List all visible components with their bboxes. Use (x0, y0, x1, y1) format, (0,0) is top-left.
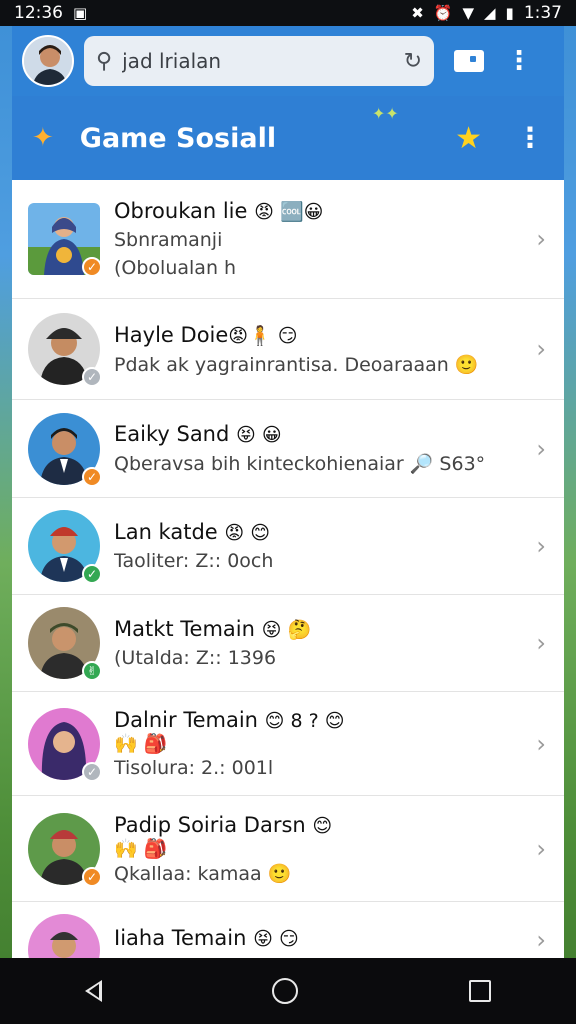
home-icon[interactable] (272, 978, 299, 1004)
status-badge: ✓ (82, 367, 102, 387)
status-badge: ✓ (82, 466, 102, 487)
contact-status-line: Qberavsa bih kinteckohienaiar 🔎 S63° (114, 453, 486, 475)
status-time: 12:36 (14, 3, 63, 23)
chevron-right-icon: › (536, 225, 546, 253)
mute-icon: ✖ (411, 4, 424, 22)
contact-row[interactable]: ✓ Lan katde 😡 😊 Taoliter: Z:: 0och › (12, 498, 564, 595)
chevron-right-icon: › (536, 335, 546, 363)
status-badge: ✓ (82, 257, 102, 277)
chevron-right-icon: › (536, 629, 546, 657)
contact-emoji: 😡🧍 😏 (228, 324, 298, 347)
profile-avatar[interactable] (22, 35, 74, 87)
contact-name: Iiaha Temain (114, 926, 247, 950)
contact-row[interactable]: ✌ Matkt Temain 😝 🤔 (Utalda: Z:: 1396 › (12, 595, 564, 692)
sparkle-icon: ✦ (32, 123, 54, 153)
navigation-bar (0, 958, 576, 1024)
chevron-right-icon: › (536, 532, 546, 560)
back-icon[interactable] (85, 980, 103, 1002)
contact-name: Obroukan lie (114, 199, 248, 223)
status-badge: ✓ (82, 866, 102, 887)
contact-row[interactable]: ✓ Eaiky Sand 😝 😀 Qberavsa bih kinteckohi… (12, 400, 564, 498)
status-badge: ✌ (82, 661, 102, 681)
contact-row[interactable]: Iiaha Temain 😝 😏 › (12, 902, 564, 958)
contact-row[interactable]: ✓ Padip Soiria Darsn 😊 🙌 🎒 Qkallaa: kama… (12, 796, 564, 902)
top-menu-button[interactable]: ⋮ (504, 46, 534, 76)
contact-status-line: Taoliter: Z:: 0och (114, 550, 274, 572)
contact-emoji: 😊 8 ? 😊 (264, 710, 345, 732)
recent-apps-icon[interactable] (468, 980, 491, 1002)
search-input[interactable]: ⚲ jad lrialan ↻ (84, 36, 434, 86)
contact-emoji: 😝 😀 (236, 424, 282, 446)
alarm-icon: ⏰ (433, 4, 453, 22)
contact-emoji: 😊 (312, 814, 333, 837)
contact-name: Matkt Temain (114, 617, 255, 641)
contact-status-line: Sbnramanji (114, 229, 223, 251)
status-badge: ✓ (82, 761, 102, 782)
search-icon: ⚲ (96, 48, 113, 74)
search-text: jad lrialan (122, 49, 222, 73)
page-title: Game Sosiall (79, 122, 277, 154)
top-bar: ⚲ jad lrialan ↻ ⋮ (12, 26, 564, 96)
contact-status-line: Pdak ak yagrainrantisa. Deoaraaan 🙂 (114, 353, 479, 376)
app-header: ✦ ✦✦ Game Sosiall ★ ⋮ (12, 96, 564, 180)
contact-list: ✓ Obroukan lie 😡 🆒😀 Sbnramanji (Oboluala… (12, 180, 564, 958)
kebab-icon: ⋮ (506, 46, 532, 76)
contact-avatar (28, 914, 100, 958)
status-badge: ✓ (82, 564, 102, 584)
chevron-right-icon: › (536, 434, 546, 463)
chevron-right-icon: › (536, 729, 546, 758)
status-bar: 12:36 ▣ ✖ ⏰ ▼ ◢ ▮ 1:37 (0, 0, 576, 26)
wifi-icon: ▼ (462, 4, 474, 22)
contact-emoji: 😡 🆒😀 (254, 201, 324, 223)
contact-status-line-2: Tisolura: 2.: 001l (114, 757, 274, 779)
signal-icon: ◢ (484, 4, 496, 22)
card-icon (454, 50, 484, 72)
header-menu-icon[interactable]: ⋮ (516, 124, 544, 152)
contact-name: Eaiky Sand (114, 422, 230, 446)
image-notification-icon: ▣ (73, 4, 88, 22)
contact-row[interactable]: ✓ Hayle Doie😡🧍 😏 Pdak ak yagrainrantisa.… (12, 299, 564, 400)
contact-status-line: (Utalda: Z:: 1396 (114, 647, 277, 669)
sparkle-small-icon: ✦✦ (372, 104, 399, 123)
contact-status-line-2: Qkallaa: kamaa 🙂 (114, 862, 292, 885)
contact-name: Dalnir Temain (114, 708, 258, 732)
chevron-right-icon: › (536, 834, 546, 863)
refresh-icon[interactable]: ↻ (404, 49, 422, 74)
chevron-right-icon: › (536, 926, 546, 954)
contact-status-line: 🙌 🎒 (114, 733, 168, 755)
contact-status-line: 🙌 🎒 (114, 837, 168, 860)
contact-emoji: 😡 😊 (224, 522, 271, 544)
contact-status-line-2: (Obolualan h (114, 257, 237, 279)
contact-name: Lan katde (114, 520, 218, 544)
contact-row[interactable]: ✓ Dalnir Temain 😊 8 ? 😊 🙌 🎒 Tisolura: 2.… (12, 692, 564, 796)
card-button[interactable] (454, 46, 484, 76)
contact-emoji: 😝 🤔 (261, 619, 312, 641)
star-icon[interactable]: ★ (455, 121, 482, 156)
status-right-time: 1:37 (523, 3, 562, 23)
battery-icon: ▮ (505, 4, 514, 22)
contact-name: Hayle Doie (114, 322, 229, 347)
contact-row[interactable]: ✓ Obroukan lie 😡 🆒😀 Sbnramanji (Oboluala… (12, 180, 564, 299)
contact-name: Padip Soiria Darsn (114, 812, 306, 837)
contact-emoji: 😝 😏 (253, 928, 299, 950)
